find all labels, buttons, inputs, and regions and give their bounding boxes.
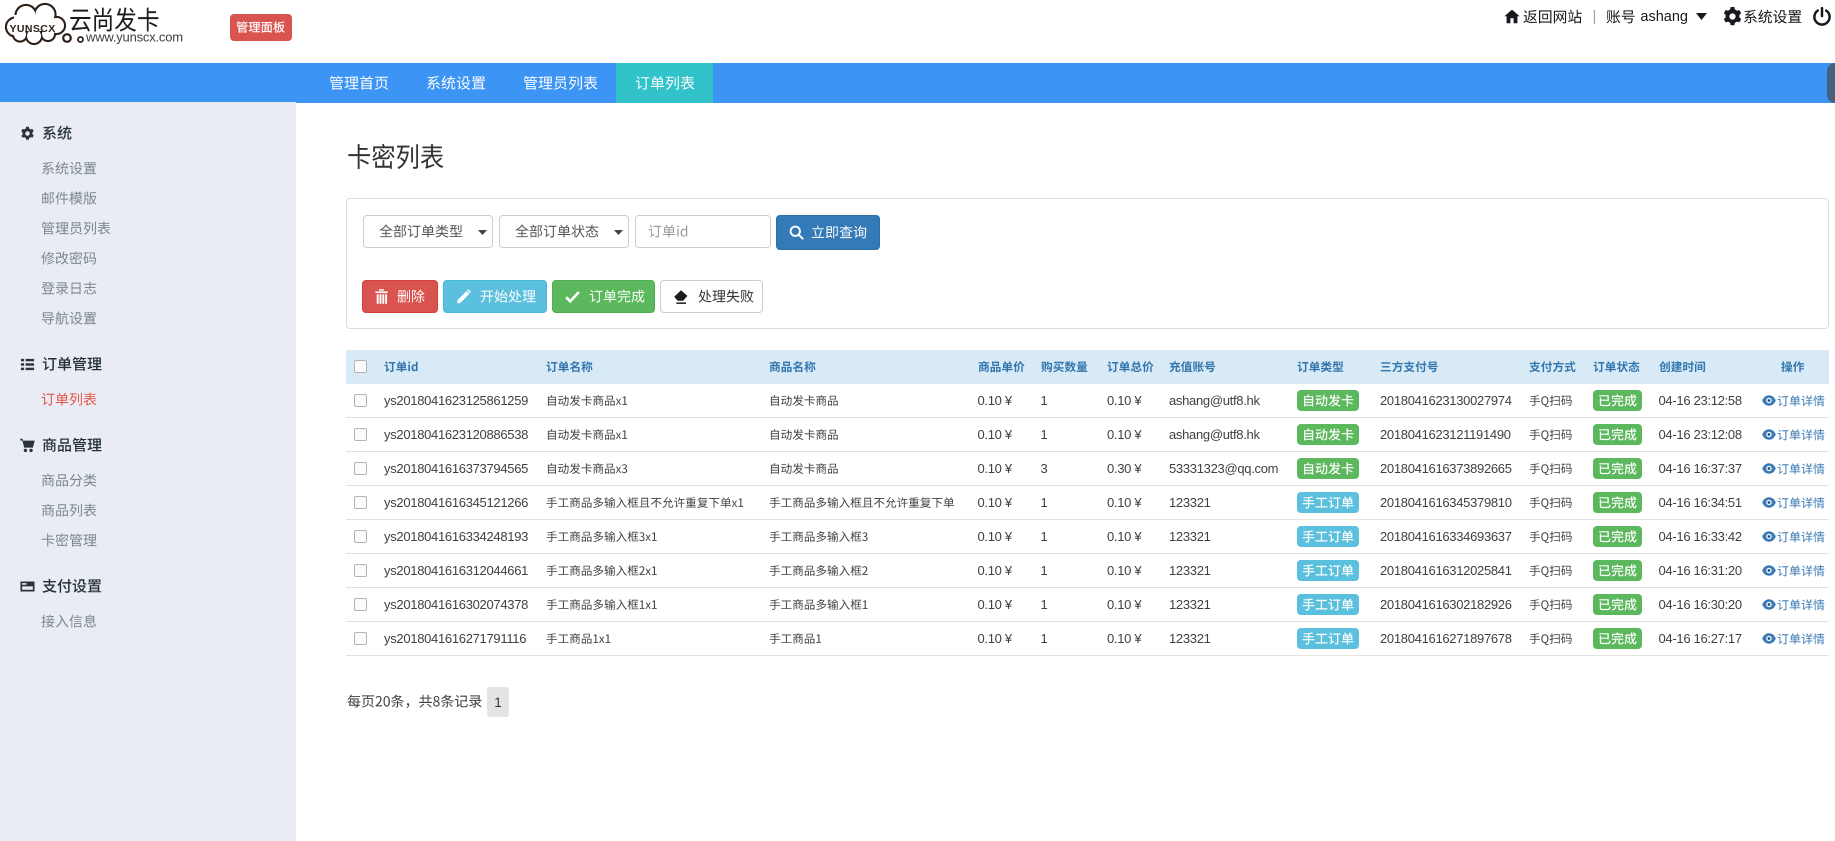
- svg-text:YUNSCX: YUNSCX: [10, 23, 56, 35]
- svg-text:www.yunscx.com: www.yunscx.com: [85, 30, 183, 45]
